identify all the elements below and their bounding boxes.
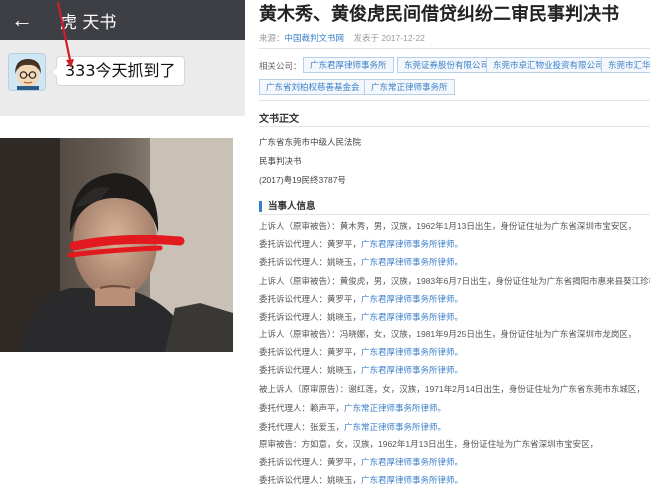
law-firm-link[interactable]: 广东君厚律师事务所律师。 <box>361 257 463 267</box>
party-text: 委托诉讼代理人：黄罗平， <box>259 457 362 467</box>
party-text: 被上诉人（原审原告）：谢红莲，女，汉族，1971年2月14日出生，身份证住址为广… <box>259 384 645 394</box>
divider <box>259 48 650 49</box>
document-type: 民事判决书 <box>259 156 302 166</box>
party-line: 委托诉讼代理人：姚晓玉，广东君厚律师事务所律师。 <box>259 364 463 376</box>
company-tag[interactable]: 广东省刘柏权慈善基金会 <box>259 79 367 95</box>
divider <box>259 100 650 101</box>
divider <box>259 126 650 127</box>
party-line: 委托代理人：赖声平，广东常正律师事务所律师。 <box>259 402 446 414</box>
law-firm-link[interactable]: 广东君厚律师事务所律师。 <box>361 312 463 322</box>
company-tag[interactable]: 广东君厚律师事务所 <box>303 57 394 73</box>
source-link[interactable]: 中国裁判文书网 <box>285 33 345 43</box>
suspect-photo <box>0 138 233 352</box>
law-firm-link[interactable]: 广东君厚律师事务所律师。 <box>361 239 463 249</box>
party-text: 委托代理人：张爱玉， <box>259 422 345 432</box>
party-text: 委托代理人：赖声平， <box>259 403 345 413</box>
party-text: 委托诉讼代理人：黄罗平， <box>259 347 362 357</box>
law-firm-link[interactable]: 广东常正律师事务所律师。 <box>344 403 446 413</box>
party-text: 委托诉讼代理人：姚晓玉， <box>259 312 362 322</box>
document-title: 黄木秀、黄俊虎民间借贷纠纷二审民事判决书 <box>259 4 619 25</box>
party-line: 委托诉讼代理人：姚晓玉，广东君厚律师事务所律师。 <box>259 311 463 323</box>
party-line: 委托诉讼代理人：黄罗平，广东君厚律师事务所律师。 <box>259 456 463 468</box>
message-bubble: 333今天抓到了 <box>51 56 185 86</box>
party-line: 委托诉讼代理人：黄罗平，广东君厚律师事务所律师。 <box>259 238 463 250</box>
party-line: 被上诉人（原审原告）：谢红莲，女，汉族，1971年2月14日出生，身份证住址为广… <box>259 383 645 395</box>
section-title: 文书正文 <box>259 114 299 125</box>
source-label: 来源： <box>259 33 285 43</box>
party-text: 委托诉讼代理人：姚晓玉， <box>259 475 362 485</box>
chat-title: 虎 天书 <box>60 13 117 33</box>
party-text: 原审被告：方如意，女，汉族，1962年1月13日出生，身份证住址为广东省深圳市宝… <box>259 439 599 449</box>
party-text: 上诉人（原审被告）：黄俊虎，男，汉族，1983年6月7日出生，身份证住址为广东省… <box>259 276 650 286</box>
case-number: (2017)粤19民终3787号 <box>259 175 346 185</box>
company-tag[interactable]: 东莞证券股份有限公司 <box>397 57 497 73</box>
court-document: 黄木秀、黄俊虎民间借贷纠纷二审民事判决书 来源：中国裁判文书网 发表于 2017… <box>247 0 650 486</box>
company-tag[interactable]: 广东常正律师事务所 <box>364 79 455 95</box>
party-line: 委托诉讼代理人：姚晓玉，广东君厚律师事务所律师。 <box>259 256 463 268</box>
party-text: 上诉人（原审被告）：黄木秀，男，汉族，1962年1月13日出生，身份证住址为广东… <box>259 221 637 231</box>
law-firm-link[interactable]: 广东君厚律师事务所律师。 <box>361 347 463 357</box>
party-line: 委托诉讼代理人：黄罗平，广东君厚律师事务所律师。 <box>259 293 463 305</box>
law-firm-link[interactable]: 广东常正律师事务所律师。 <box>344 422 446 432</box>
court-name: 广东省东莞市中级人民法院 <box>259 137 362 147</box>
party-text: 委托诉讼代理人：黄罗平， <box>259 294 362 304</box>
party-line: 上诉人（原审被告）：冯晓娜，女，汉族，1981年9月25日出生，身份证住址为广东… <box>259 328 636 340</box>
party-text: 委托诉讼代理人：姚晓玉， <box>259 257 362 267</box>
party-line: 原审被告：方如意，女，汉族，1962年1月13日出生，身份证住址为广东省深圳市宝… <box>259 438 598 450</box>
chat-screenshot: ← 虎 天书 333今天抓到了 <box>0 0 245 486</box>
law-firm-link[interactable]: 广东君厚律师事务所律师。 <box>361 365 463 375</box>
law-firm-link[interactable]: 广东君厚律师事务所律师。 <box>361 294 463 304</box>
chat-body: 333今天抓到了 <box>0 40 245 116</box>
party-line: 上诉人（原审被告）：黄俊虎，男，汉族，1983年6月7日出生，身份证住址为广东省… <box>259 275 650 287</box>
law-firm-link[interactable]: 广东君厚律师事务所律师。 <box>361 475 463 485</box>
party-text: 委托诉讼代理人：姚晓玉， <box>259 365 362 375</box>
document-meta: 来源：中国裁判文书网 发表于 2017-12-22 <box>259 32 425 44</box>
company-tag[interactable]: 东莞市卓汇物业投资有限公司 <box>486 57 611 73</box>
related-companies-label: 相关公司： <box>259 61 302 71</box>
publish-date: 发表于 2017-12-22 <box>353 33 425 43</box>
party-line: 委托诉讼代理人：黄罗平，广东君厚律师事务所律师。 <box>259 346 463 358</box>
law-firm-link[interactable]: 广东君厚律师事务所律师。 <box>361 457 463 467</box>
party-text: 上诉人（原审被告）：冯晓娜，女，汉族，1981年9月25日出生，身份证住址为广东… <box>259 329 637 339</box>
party-line: 上诉人（原审被告）：黄木秀，男，汉族，1962年1月13日出生，身份证住址为广东… <box>259 220 636 232</box>
arrow-left-icon[interactable]: ← <box>8 6 36 34</box>
parties-title: 当事人信息 <box>259 201 316 212</box>
party-line: 委托诉讼代理人：姚晓玉，广东君厚律师事务所律师。 <box>259 474 463 486</box>
divider <box>259 214 650 215</box>
avatar[interactable] <box>8 53 46 91</box>
chat-header: ← 虎 天书 <box>0 0 245 40</box>
party-text: 委托诉讼代理人：黄罗平， <box>259 239 362 249</box>
party-line: 委托代理人：张爱玉，广东常正律师事务所律师。 <box>259 421 446 433</box>
company-tag[interactable]: 东莞市汇华 <box>601 57 650 73</box>
